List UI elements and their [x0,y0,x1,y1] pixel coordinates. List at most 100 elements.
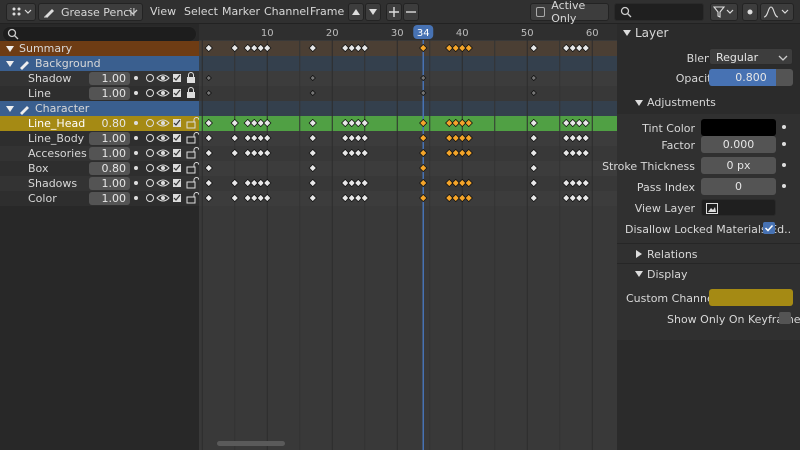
group-channel-character[interactable]: Character [0,101,199,116]
layer-channel[interactable]: Line 1.00 [0,86,199,101]
summary-channel[interactable]: Summary [0,41,199,56]
stroke-thickness-field[interactable]: 0 px [701,157,776,174]
chevron-down-icon [778,55,788,61]
layer-toggles[interactable] [144,192,204,205]
layer-opacity-field[interactable]: 0.80 [89,117,130,130]
checkmark-icon [764,224,774,232]
group-label: Background [35,57,101,70]
pass-index-label: Pass Index [636,181,695,194]
layer-opacity-field[interactable]: 1.00 [89,132,130,145]
frame-tick-label: 40 [456,28,469,39]
layer-opacity-field[interactable]: 1.00 [89,192,130,205]
disallow-locked-materials-checkbox[interactable] [763,222,775,234]
collapse-triangle-icon [636,250,642,258]
menu-select[interactable]: Select [184,4,218,20]
blend-dropdown[interactable]: Regular [709,48,793,65]
layer-opacity-field[interactable]: 1.00 [89,87,130,100]
group-channel-background[interactable]: Background [0,56,199,71]
layer-properties-panel: Layer Blend Regular Opacity 0.800 Adjust… [602,24,800,450]
remove-layer-button[interactable] [403,3,419,21]
layer-channel[interactable]: Box 0.80 [0,161,200,176]
layer-toggles[interactable] [144,87,204,100]
menu-view[interactable]: View [150,4,176,20]
timeline-row [199,86,617,101]
layer-toggles[interactable] [144,162,204,175]
header-search-input[interactable] [614,3,704,21]
display-subpanel-header[interactable]: Display [617,263,800,283]
mode-dropdown[interactable]: Grease Pencil [38,3,143,21]
stroke-thickness-value: 0 px [726,159,751,172]
panel-header[interactable]: Layer [617,24,800,41]
pencil-icon [20,105,29,115]
expand-triangle-icon [635,100,643,106]
expand-triangle-icon [6,45,14,52]
proportional-edit-button[interactable] [742,3,758,21]
relations-subpanel-header[interactable]: Relations [617,243,800,263]
layer-channel[interactable]: Line_Body 1.00 [0,131,200,146]
keyframe-dot-icon[interactable] [782,125,786,129]
layer-toggles[interactable] [144,72,204,85]
layer-opacity-field[interactable]: 1.00 [89,177,130,190]
layer-name: Line_Head [28,117,86,130]
layer-channel-active[interactable]: Line_Head 0.80 [0,116,200,131]
filters-dropdown[interactable] [710,3,738,21]
prev-keyframe-button[interactable] [348,3,364,21]
group-label: Character [35,102,90,115]
show-only-keyframed-checkbox[interactable] [779,312,791,324]
layer-name: Box [28,162,49,175]
layer-toggles[interactable] [144,117,204,130]
layer-opacity-field[interactable]: 0.80 [89,162,130,175]
layer-channel[interactable]: Shadow 1.00 [0,71,199,86]
add-layer-button[interactable] [386,3,402,21]
keyframe-timeline[interactable]: 10 20 30 40 50 60 34 [199,24,617,450]
timeline-region[interactable]: 10 20 30 40 50 60 34 [199,24,617,450]
keyframe-dot-icon [134,76,138,80]
layer-channel[interactable]: Color 1.00 [0,191,200,206]
timeline-row [199,71,617,86]
keyframe-dot-icon[interactable] [782,163,786,167]
tint-color-swatch[interactable] [701,119,776,136]
layer-name: Accesories [28,147,87,160]
layer-channel[interactable]: Shadows 1.00 [0,176,200,191]
timeline-row [199,161,617,176]
keyframe-dot-icon[interactable] [782,142,786,146]
opacity-slider[interactable]: 0.800 [709,69,793,86]
pencil-icon [44,9,54,18]
menu-channel[interactable]: Channel [264,4,309,20]
falloff-dropdown[interactable] [760,3,794,21]
layer-toggles[interactable] [144,147,204,160]
custom-channel-color-swatch[interactable] [709,289,793,306]
view-layer-label: View Layer [634,202,695,215]
triangle-up-icon [352,9,360,15]
layer-toggles[interactable] [144,132,204,145]
next-keyframe-button[interactable] [365,3,381,21]
keyframe-dot-icon [134,121,138,125]
layer-name: Line [28,87,51,100]
view-layer-field[interactable] [701,199,776,216]
chevron-down-icon [128,9,138,15]
frame-tick-label: 50 [521,28,534,39]
active-only-toggle[interactable]: Active Only [530,0,609,25]
pass-index-field[interactable]: 0 [701,178,776,195]
frame-tick-label: 10 [261,28,274,39]
pencil-icon [20,60,29,70]
layer-opacity-field[interactable]: 1.00 [89,72,130,85]
dot-icon [747,9,753,15]
keyframe-dot-icon[interactable] [782,184,786,188]
summary-label: Summary [19,42,73,55]
layer-toggles[interactable] [144,177,204,190]
current-frame-label: 34 [417,28,430,39]
menu-marker[interactable]: Marker [222,4,260,20]
channel-search-input[interactable] [2,26,197,42]
panel-title: Layer [635,26,669,40]
layer-opacity-field[interactable]: 1.00 [89,147,130,160]
mode-label: Grease Pencil [61,5,136,19]
factor-field[interactable]: 0.000 [701,136,776,153]
adjustments-subpanel-header[interactable]: Adjustments [617,93,800,113]
editor-type-button[interactable] [6,3,36,21]
layer-channel[interactable]: Accesories 1.00 [0,146,200,161]
display-label: Display [647,268,688,281]
relations-label: Relations [647,248,698,261]
search-icon [7,28,19,40]
menu-frame[interactable]: Frame [310,4,344,20]
